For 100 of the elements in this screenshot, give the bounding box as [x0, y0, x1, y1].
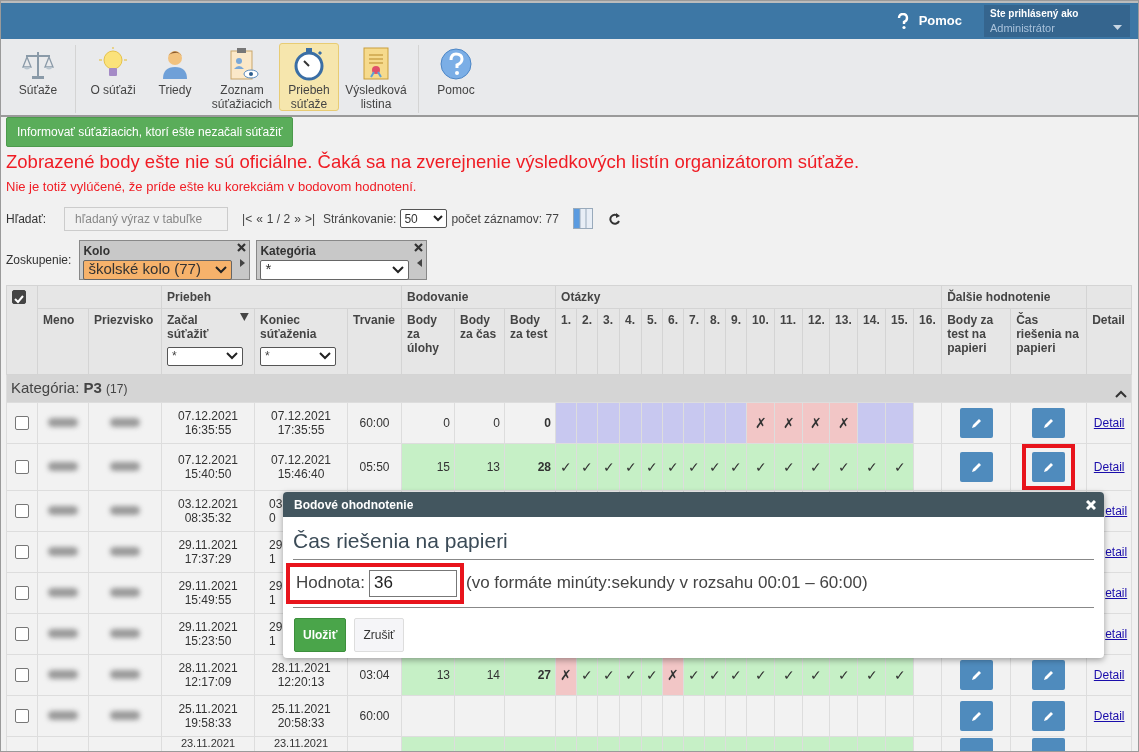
column-header: 12. [808, 312, 825, 327]
edit-button[interactable] [959, 659, 993, 690]
column-header: Trvanie [353, 312, 396, 327]
dialog-title: Bodové ohodnotenie [294, 496, 414, 514]
column-filter-select[interactable]: * [167, 346, 243, 366]
toolbar-button[interactable]: Priebeh súťaže [279, 43, 339, 111]
pencil-icon [1043, 709, 1055, 722]
columns-icon[interactable] [572, 208, 593, 229]
check-mark: ✓ [581, 458, 594, 475]
check-mark: ✓ [646, 458, 659, 475]
check-mark: ✓ [754, 666, 767, 683]
value-field[interactable]: 36 [369, 569, 457, 597]
chevron-down-icon [226, 352, 238, 360]
row-checkbox[interactable] [15, 708, 29, 723]
column-header: 10. [752, 312, 769, 327]
row-checkbox[interactable] [15, 585, 29, 600]
check-mark: ✓ [730, 666, 743, 683]
row-checkbox[interactable] [15, 544, 29, 559]
score: 27 [537, 667, 552, 682]
column-header: 2. [582, 312, 593, 327]
check-mark: ✓ [646, 666, 659, 683]
cross-mark: ✗ [810, 414, 823, 431]
column-header: Body za test na papieri [947, 312, 995, 355]
previous-page-link[interactable]: « [256, 209, 263, 228]
check-mark: ✓ [560, 458, 573, 475]
search-label: Hľadať: [6, 210, 47, 228]
check-mark: ✓ [893, 458, 906, 475]
blurred-name [48, 505, 78, 515]
edit-button[interactable] [1032, 407, 1066, 438]
edit-button[interactable] [959, 451, 993, 482]
edit-button[interactable] [1032, 700, 1066, 731]
chevron-down-icon [433, 215, 444, 222]
detail-link[interactable]: etail [1105, 503, 1128, 518]
first-page-link[interactable]: |< [242, 209, 253, 228]
arrow-right-icon[interactable] [240, 258, 246, 267]
column-header: 14. [863, 312, 880, 327]
end-time: 29 1 [269, 619, 283, 648]
row-checkbox[interactable] [15, 415, 29, 430]
search-field[interactable]: hľadaný výraz v tabuľke [64, 206, 229, 231]
end-time: 29 1 [269, 578, 283, 607]
close-icon[interactable] [414, 242, 424, 252]
edit-button[interactable] [1032, 451, 1066, 482]
warning-text: Zobrazené body ešte nie sú oficiálne. Čaká sa na zverejnenie výsledkových listín organizátorom súťaže. [6, 150, 861, 174]
collapse-icon[interactable] [1115, 389, 1128, 398]
detail-link[interactable]: etail [1105, 585, 1128, 600]
refresh-icon[interactable] [608, 212, 621, 225]
close-icon[interactable] [237, 242, 247, 252]
row-checkbox[interactable] [15, 503, 29, 518]
group-select[interactable]: školské kolo (77) [83, 259, 233, 280]
check-mark: ✓ [810, 458, 823, 475]
column-filter-select[interactable]: * [260, 346, 336, 366]
start-time: 03.12.2021 08:35:32 [177, 496, 239, 525]
edit-button[interactable] [959, 700, 993, 731]
edit-button[interactable] [1032, 659, 1066, 690]
column-header: 13. [835, 312, 852, 327]
column-header: 8. [710, 312, 721, 327]
toolbar-button[interactable]: Pomoc [426, 43, 486, 111]
cancel-button[interactable]: Zrušiť [354, 617, 404, 652]
toolbar-button[interactable]: Výsledková listina [341, 43, 411, 111]
next-page-link[interactable]: » [294, 209, 301, 228]
blurred-name [48, 461, 78, 471]
chevron-down-icon [215, 265, 228, 274]
blurred-name [48, 417, 78, 427]
check-mark: ✓ [709, 458, 722, 475]
score: 0 [493, 415, 501, 430]
row-checkbox[interactable] [15, 626, 29, 641]
column-header: 11. [780, 312, 797, 327]
page-size-select[interactable]: 50 [400, 209, 448, 228]
toolbar-button[interactable]: Zoznam súťažiacich [207, 43, 277, 111]
toolbar-button[interactable]: O súťaži [83, 43, 143, 111]
caret-icon [1113, 25, 1122, 30]
user-menu[interactable]: Ste prihlásený ako Administrátor [984, 5, 1130, 37]
edit-button[interactable] [959, 407, 993, 438]
column-header: 16. [919, 312, 936, 327]
row-checkbox[interactable] [15, 459, 29, 474]
duration: 05:50 [359, 459, 390, 474]
group-select[interactable]: * [260, 259, 410, 280]
help-icon [896, 12, 909, 30]
blurred-name [110, 505, 140, 515]
user-caption: Ste prihlásený ako [990, 7, 1080, 21]
duration: 03:04 [359, 667, 390, 682]
group-title: Kategória [260, 243, 316, 258]
toolbar-button[interactable]: Súťaže [8, 43, 68, 111]
detail-link[interactable]: etail [1105, 544, 1128, 559]
pencil-icon [970, 668, 982, 681]
blurred-name [110, 461, 140, 471]
row-checkbox[interactable] [15, 667, 29, 682]
column-header: 1. [561, 312, 572, 327]
check-mark: ✓ [602, 458, 615, 475]
select-all-checkbox[interactable] [12, 290, 26, 305]
start-time: 29.11.2021 15:49:55 [178, 578, 238, 607]
blurred-name [48, 710, 78, 720]
last-page-link[interactable]: >| [304, 209, 315, 228]
sort-icon[interactable] [240, 312, 249, 321]
arrow-left-icon[interactable] [417, 258, 423, 267]
check-mark: ✓ [602, 666, 615, 683]
help-link[interactable]: Pomoc [896, 11, 962, 31]
toolbar-button[interactable]: Triedy [145, 43, 205, 111]
column-header: Meno [43, 312, 75, 327]
detail-link[interactable]: etail [1105, 626, 1128, 641]
